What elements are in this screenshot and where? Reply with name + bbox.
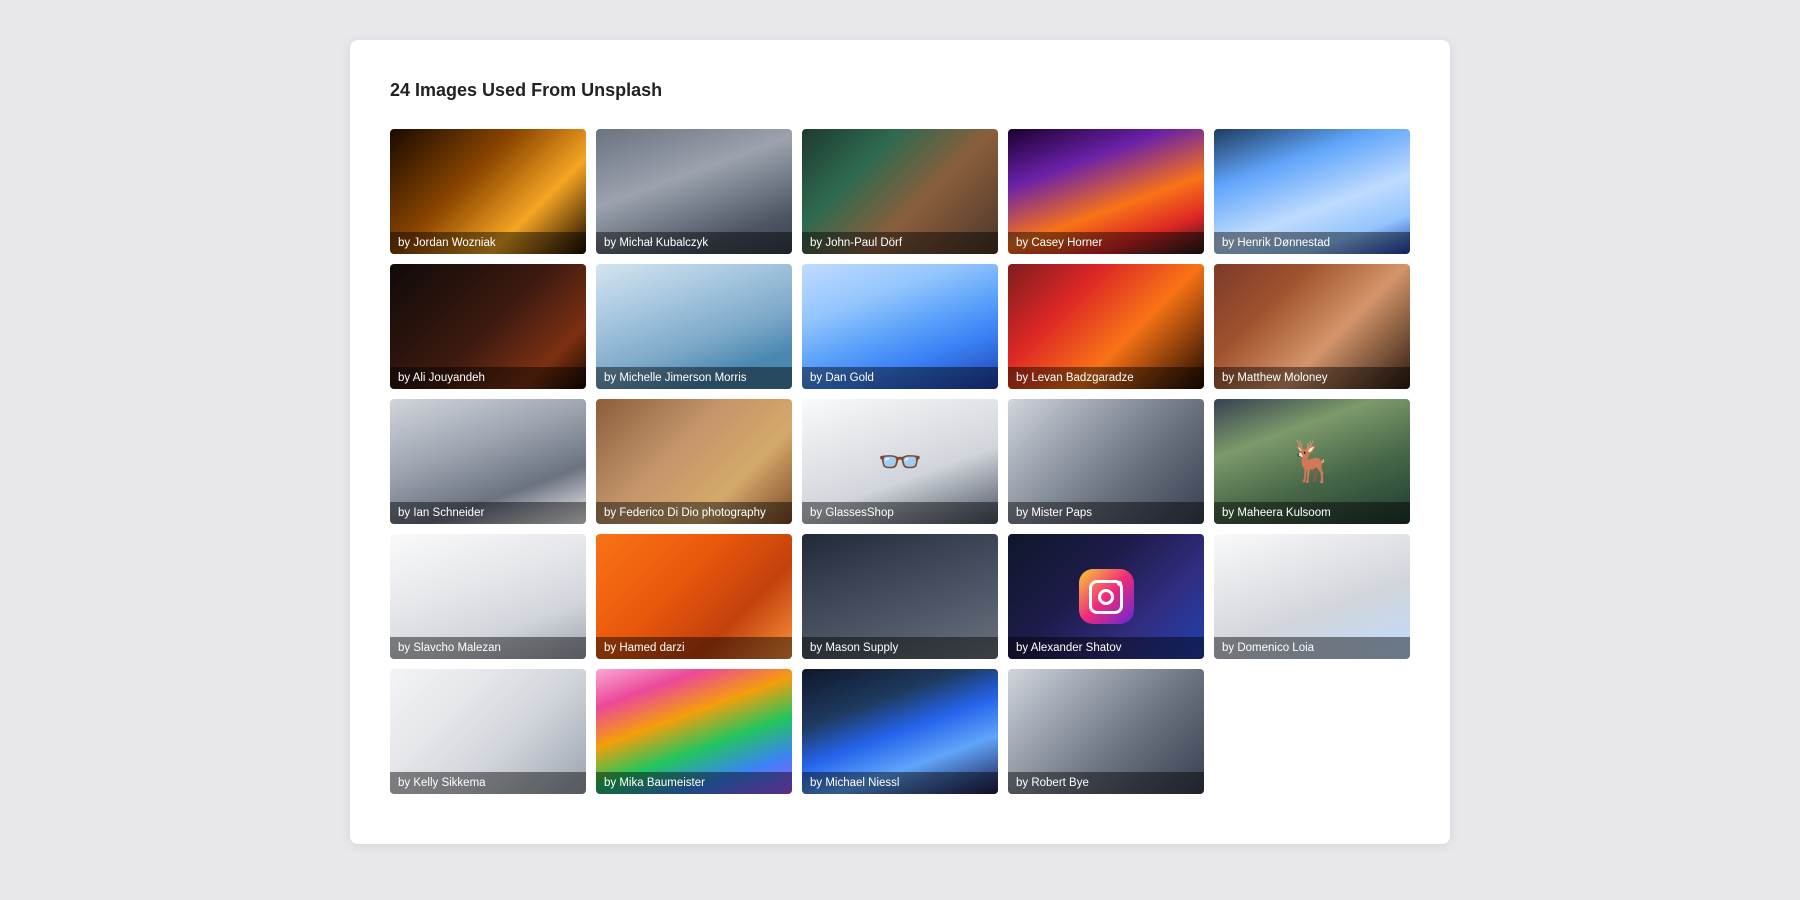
image-item[interactable]: by Mister Paps bbox=[1008, 399, 1204, 524]
image-item[interactable]: by Slavcho Malezan bbox=[390, 534, 586, 659]
image-item[interactable]: by Ali Jouyandeh bbox=[390, 264, 586, 389]
image-caption: by Kelly Sikkema bbox=[390, 772, 586, 794]
image-caption: by Mason Supply bbox=[802, 637, 998, 659]
image-item[interactable]: by Mason Supply bbox=[802, 534, 998, 659]
image-item[interactable]: by Kelly Sikkema bbox=[390, 669, 586, 794]
image-item[interactable]: by Michelle Jimerson Morris bbox=[596, 264, 792, 389]
page-title: 24 Images Used From Unsplash bbox=[390, 80, 1410, 101]
image-caption: by Mister Paps bbox=[1008, 502, 1204, 524]
image-item[interactable]: by Dan Gold bbox=[802, 264, 998, 389]
image-item[interactable]: by Mika Baumeister bbox=[596, 669, 792, 794]
image-caption: by Robert Bye bbox=[1008, 772, 1204, 794]
image-caption: by Casey Horner bbox=[1008, 232, 1204, 254]
image-item[interactable]: by Alexander Shatov bbox=[1008, 534, 1204, 659]
image-caption: by GlassesShop bbox=[802, 502, 998, 524]
image-item[interactable]: by Henrik Dønnestad bbox=[1214, 129, 1410, 254]
image-item[interactable]: by Michał Kubalczyk bbox=[596, 129, 792, 254]
main-card: 24 Images Used From Unsplash by Jordan W… bbox=[350, 40, 1450, 844]
image-item[interactable]: by Levan Badzgaradze bbox=[1008, 264, 1204, 389]
image-caption: by Jordan Wozniak bbox=[390, 232, 586, 254]
image-item[interactable]: by John-Paul Dörf bbox=[802, 129, 998, 254]
image-item[interactable]: by Matthew Moloney bbox=[1214, 264, 1410, 389]
image-caption: by John-Paul Dörf bbox=[802, 232, 998, 254]
image-caption: by Matthew Moloney bbox=[1214, 367, 1410, 389]
image-item[interactable]: by Robert Bye bbox=[1008, 669, 1204, 794]
image-item[interactable]: by Federico Di Dio photography bbox=[596, 399, 792, 524]
image-item[interactable]: by Casey Horner bbox=[1008, 129, 1204, 254]
image-item[interactable]: by Domenico Loia bbox=[1214, 534, 1410, 659]
image-caption: by Mika Baumeister bbox=[596, 772, 792, 794]
image-item[interactable]: by Jordan Wozniak bbox=[390, 129, 586, 254]
image-caption: by Levan Badzgaradze bbox=[1008, 367, 1204, 389]
image-caption: by Dan Gold bbox=[802, 367, 998, 389]
image-caption: by Domenico Loia bbox=[1214, 637, 1410, 659]
image-caption: by Ian Schneider bbox=[390, 502, 586, 524]
image-item[interactable]: by Michael Niessl bbox=[802, 669, 998, 794]
image-caption: by Henrik Dønnestad bbox=[1214, 232, 1410, 254]
image-caption: by Maheera Kulsoom bbox=[1214, 502, 1410, 524]
image-grid: by Jordan Wozniak by Michał Kubalczyk by J… bbox=[390, 129, 1410, 794]
image-item[interactable]: 🦌by Maheera Kulsoom bbox=[1214, 399, 1410, 524]
image-caption: by Ali Jouyandeh bbox=[390, 367, 586, 389]
image-caption: by Michelle Jimerson Morris bbox=[596, 367, 792, 389]
image-item[interactable]: 👓by GlassesShop bbox=[802, 399, 998, 524]
image-item[interactable]: by Ian Schneider bbox=[390, 399, 586, 524]
image-caption: by Slavcho Malezan bbox=[390, 637, 586, 659]
image-caption: by Michał Kubalczyk bbox=[596, 232, 792, 254]
image-caption: by Hamed darzi bbox=[596, 637, 792, 659]
image-caption: by Federico Di Dio photography bbox=[596, 502, 792, 524]
image-caption: by Michael Niessl bbox=[802, 772, 998, 794]
image-caption: by Alexander Shatov bbox=[1008, 637, 1204, 659]
image-item[interactable]: by Hamed darzi bbox=[596, 534, 792, 659]
